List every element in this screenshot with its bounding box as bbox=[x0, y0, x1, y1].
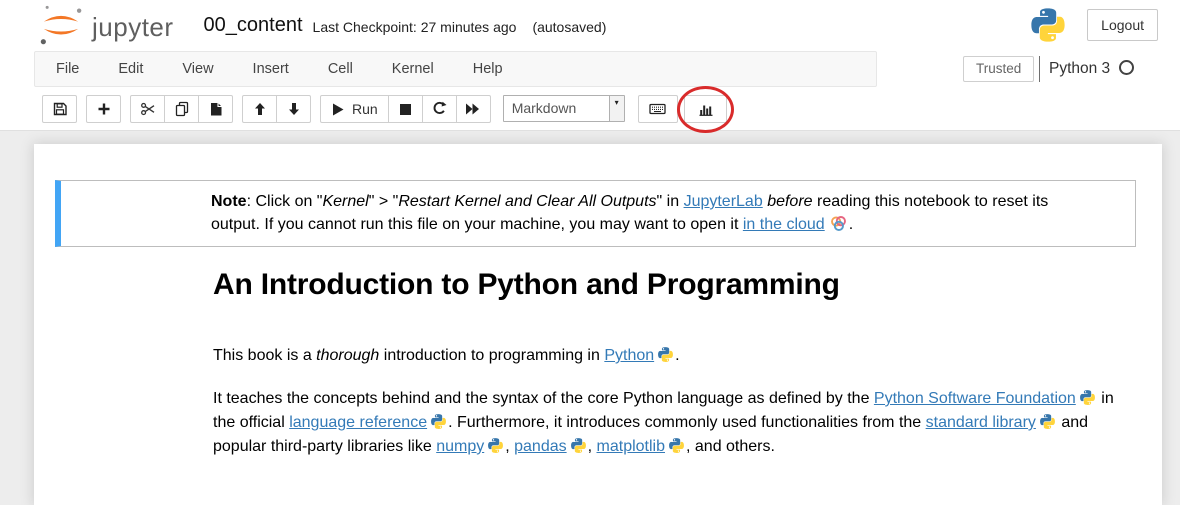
add-cell-button[interactable] bbox=[86, 95, 121, 123]
note-text: . bbox=[849, 216, 853, 233]
menu-insert[interactable]: Insert bbox=[237, 52, 305, 86]
jupyter-logo[interactable]: jupyter bbox=[36, 4, 174, 46]
body-text: introduction to programming in bbox=[379, 347, 604, 364]
cut-button[interactable] bbox=[130, 95, 165, 123]
logout-button[interactable]: Logout bbox=[1087, 9, 1158, 41]
paste-button[interactable] bbox=[198, 95, 233, 123]
note-text: " > " bbox=[369, 193, 399, 210]
body-text: It teaches the concepts behind and the s… bbox=[213, 390, 874, 407]
run-cell-button[interactable]: Run bbox=[320, 95, 389, 123]
jupyter-logo-text: jupyter bbox=[92, 12, 174, 43]
cloud-link[interactable]: in the cloud bbox=[743, 216, 825, 233]
cut-icon bbox=[140, 101, 156, 117]
notebook-content-area: Note: Click on "Kernel" > "Restart Kerne… bbox=[34, 144, 1162, 505]
copy-button[interactable] bbox=[164, 95, 199, 123]
numpy-link[interactable]: numpy bbox=[436, 438, 484, 455]
note-callout: Note: Click on "Kernel" > "Restart Kerne… bbox=[55, 180, 1136, 247]
menu-view[interactable]: View bbox=[166, 52, 229, 86]
language-reference-link[interactable]: language reference bbox=[289, 414, 427, 431]
cell-type-value: Markdown bbox=[504, 96, 609, 121]
jupyterlab-link[interactable]: JupyterLab bbox=[684, 193, 763, 210]
move-cell-up-button[interactable] bbox=[242, 95, 277, 123]
fast-forward-icon bbox=[465, 101, 481, 117]
notebook-title[interactable]: 00_content bbox=[204, 14, 303, 37]
kernel-idle-circle-icon bbox=[1119, 60, 1134, 75]
note-bold: Note bbox=[211, 193, 247, 210]
checkpoint-status: Last Checkpoint: 27 minutes ago bbox=[313, 19, 517, 35]
python-icon bbox=[668, 437, 685, 454]
jupyter-logo-icon bbox=[36, 4, 86, 46]
python-icon bbox=[570, 437, 587, 454]
psf-link[interactable]: Python Software Foundation bbox=[874, 390, 1076, 407]
move-cell-down-button[interactable] bbox=[276, 95, 311, 123]
toolbar: Run Markdown ▾ bbox=[0, 88, 1180, 131]
body-text: . bbox=[675, 347, 679, 364]
note-italic: Kernel bbox=[322, 193, 368, 210]
matplotlib-link[interactable]: matplotlib bbox=[597, 438, 665, 455]
keyboard-icon bbox=[649, 101, 666, 117]
header: jupyter 00_content Last Checkpoint: 27 m… bbox=[0, 0, 1180, 50]
note-italic: before bbox=[767, 193, 812, 210]
run-label: Run bbox=[352, 101, 378, 117]
interrupt-kernel-button[interactable] bbox=[388, 95, 423, 123]
pandas-link[interactable]: pandas bbox=[514, 438, 567, 455]
open-chart-editor-button[interactable] bbox=[684, 95, 727, 123]
cell-type-dropdown[interactable]: Markdown ▾ bbox=[503, 95, 625, 122]
restart-kernel-icon bbox=[431, 101, 447, 117]
restart-run-all-button[interactable] bbox=[456, 95, 491, 123]
copy-icon bbox=[174, 101, 190, 117]
stop-icon bbox=[398, 102, 413, 117]
menu-help[interactable]: Help bbox=[457, 52, 519, 86]
paragraph-2: It teaches the concepts behind and the s… bbox=[213, 387, 1127, 459]
python-icon bbox=[1079, 389, 1096, 406]
autosave-status: (autosaved) bbox=[532, 19, 606, 35]
kernel-divider bbox=[1039, 56, 1040, 82]
note-text: " in bbox=[657, 193, 684, 210]
paragraph-1: This book is a thorough introduction to … bbox=[213, 344, 680, 368]
python-icon bbox=[1039, 413, 1056, 430]
bar-chart-icon bbox=[697, 101, 714, 117]
menu-kernel[interactable]: Kernel bbox=[376, 52, 450, 86]
move-up-icon bbox=[252, 101, 268, 117]
body-text: . Furthermore, it introduces commonly us… bbox=[448, 414, 926, 431]
standard-library-link[interactable]: standard library bbox=[926, 414, 1036, 431]
python-icon bbox=[657, 346, 674, 363]
python-link[interactable]: Python bbox=[604, 347, 654, 364]
menubar-row: File Edit View Insert Cell Kernel Help T… bbox=[0, 50, 1180, 88]
page-title: An Introduction to Python and Programmin… bbox=[213, 268, 840, 302]
python-kernel-logo-icon bbox=[1029, 6, 1067, 44]
save-icon bbox=[52, 101, 68, 117]
note-text: : Click on " bbox=[247, 193, 323, 210]
body-text: , and others. bbox=[686, 438, 775, 455]
note-italic: Restart Kernel and Clear All Outputs bbox=[398, 193, 656, 210]
add-cell-icon bbox=[96, 101, 112, 117]
body-text: This book is a bbox=[213, 347, 316, 364]
menu-file[interactable]: File bbox=[40, 52, 95, 86]
menubar: File Edit View Insert Cell Kernel Help bbox=[34, 51, 877, 87]
save-button[interactable] bbox=[42, 95, 77, 123]
binder-icon bbox=[829, 214, 848, 233]
body-text: , bbox=[505, 438, 514, 455]
command-palette-button[interactable] bbox=[638, 95, 678, 123]
trusted-badge[interactable]: Trusted bbox=[963, 56, 1034, 82]
move-down-icon bbox=[286, 101, 302, 117]
chart-button-wrap bbox=[684, 95, 736, 123]
run-icon bbox=[331, 102, 346, 117]
body-text: , bbox=[588, 438, 597, 455]
paste-icon bbox=[208, 101, 224, 117]
body-italic: thorough bbox=[316, 347, 379, 364]
dropdown-arrow-icon: ▾ bbox=[609, 96, 624, 121]
menu-cell[interactable]: Cell bbox=[312, 52, 369, 86]
kernel-name: Python 3 bbox=[1049, 56, 1110, 82]
menu-edit[interactable]: Edit bbox=[102, 52, 159, 86]
python-icon bbox=[430, 413, 447, 430]
restart-kernel-button[interactable] bbox=[422, 95, 457, 123]
python-icon bbox=[487, 437, 504, 454]
